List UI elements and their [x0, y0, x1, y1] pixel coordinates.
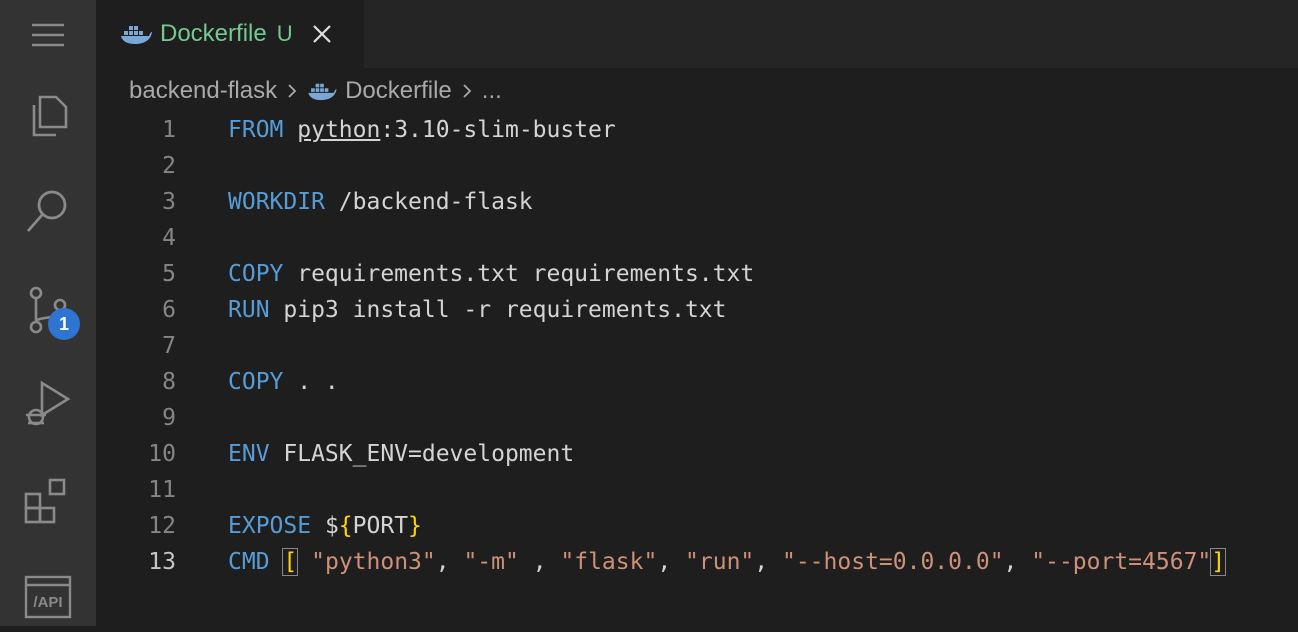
explorer-icon[interactable] [0, 80, 96, 150]
scm-badge: 1 [48, 308, 80, 340]
code-text: /backend-flask [324, 189, 533, 215]
variable: PORT [352, 513, 409, 539]
line-number: 9 [162, 405, 176, 431]
docker-icon [121, 26, 152, 44]
breadcrumb-folder[interactable]: backend-flask [129, 77, 277, 105]
code-line: 2 [96, 148, 1298, 184]
string: "run" [685, 549, 755, 575]
code-text: $ [311, 513, 339, 539]
code-line: 11 [96, 472, 1298, 508]
tab-bar: Dockerfile U [96, 0, 1298, 68]
keyword: FROM [228, 117, 284, 143]
code-text: FLASK_ENV=development [269, 441, 575, 467]
code-line: 10 ENV FLASK_ENV=development [96, 436, 1298, 472]
source-control-icon[interactable] [0, 274, 96, 344]
keyword: RUN [228, 297, 270, 323]
string: "flask" [560, 549, 658, 575]
breadcrumb: backend-flask Dockerfile ... [129, 70, 502, 112]
image-name: python [297, 117, 381, 143]
line-number: 4 [162, 225, 176, 251]
run-debug-icon[interactable] [0, 368, 96, 438]
line-number: 13 [148, 549, 176, 575]
breadcrumb-file[interactable]: Dockerfile [345, 77, 452, 105]
line-number: 10 [148, 441, 176, 467]
docker-icon [308, 83, 337, 101]
search-icon[interactable] [0, 176, 96, 246]
separator: , [518, 549, 561, 575]
breadcrumb-ellipsis[interactable]: ... [482, 77, 502, 105]
keyword: COPY [228, 369, 284, 395]
line-number: 3 [162, 189, 176, 215]
separator: , [1003, 549, 1032, 575]
line-number: 2 [162, 153, 176, 179]
code-text: pip3 install -r requirements.txt [269, 297, 727, 323]
tab-title: Dockerfile [160, 20, 267, 47]
brace-close: } [408, 513, 422, 539]
code-line: 3 WORKDIR /backend-flask [96, 184, 1298, 220]
code-line: 6 RUN pip3 install -r requirements.txt [96, 292, 1298, 328]
chevron-right-icon [288, 84, 297, 98]
separator: , [657, 549, 686, 575]
keyword: COPY [228, 261, 284, 287]
api-icon[interactable]: /API [0, 562, 96, 632]
menu-icon[interactable] [0, 0, 96, 70]
string: "python3" [311, 549, 436, 575]
code-text: requirements.txt requirements.txt [283, 261, 755, 287]
line-number: 1 [162, 117, 176, 143]
separator: , [435, 549, 464, 575]
keyword: EXPOSE [228, 513, 312, 539]
code-editor[interactable]: 1 FROM python:3.10-slim-buster 2 3 WORKD… [96, 112, 1298, 626]
line-number: 8 [162, 369, 176, 395]
line-number: 7 [162, 333, 176, 359]
code-line: 7 [96, 328, 1298, 364]
bracket-close: ] [1210, 548, 1227, 576]
untracked-status: U [276, 21, 293, 46]
activity-bar: 1 /API [0, 0, 96, 626]
brace-open: { [338, 513, 353, 539]
extensions-icon[interactable] [0, 465, 96, 535]
line-number: 12 [148, 513, 176, 539]
line-number: 11 [148, 477, 176, 503]
code-line-active: 13 CMD [ "python3", "-m" , "flask", "run… [96, 544, 1298, 580]
bracket-open: [ [282, 548, 299, 576]
keyword: ENV [228, 441, 270, 467]
string: "-m" [463, 549, 519, 575]
separator: , [754, 549, 782, 575]
chevron-right-icon [463, 84, 472, 98]
keyword: WORKDIR [228, 189, 325, 215]
code-line: 5 COPY requirements.txt requirements.txt [96, 256, 1298, 292]
close-icon[interactable] [311, 23, 333, 45]
code-text: :3.10-slim-buster [380, 117, 616, 143]
line-number: 6 [162, 297, 176, 323]
tab-dockerfile[interactable]: Dockerfile U [96, 0, 364, 68]
code-line: 4 [96, 220, 1298, 256]
code-line: 1 FROM python:3.10-slim-buster [96, 112, 1298, 148]
code-line: 9 [96, 400, 1298, 436]
string: "--port=4567" [1031, 549, 1212, 575]
line-number: 5 [162, 261, 176, 287]
code-line: 12 EXPOSE ${PORT} [96, 508, 1298, 544]
string: "--host=0.0.0.0" [781, 549, 1004, 575]
keyword: CMD [228, 549, 270, 575]
api-label: /API [33, 594, 62, 611]
code-text: . . [283, 369, 339, 395]
code-line: 8 COPY . . [96, 364, 1298, 400]
